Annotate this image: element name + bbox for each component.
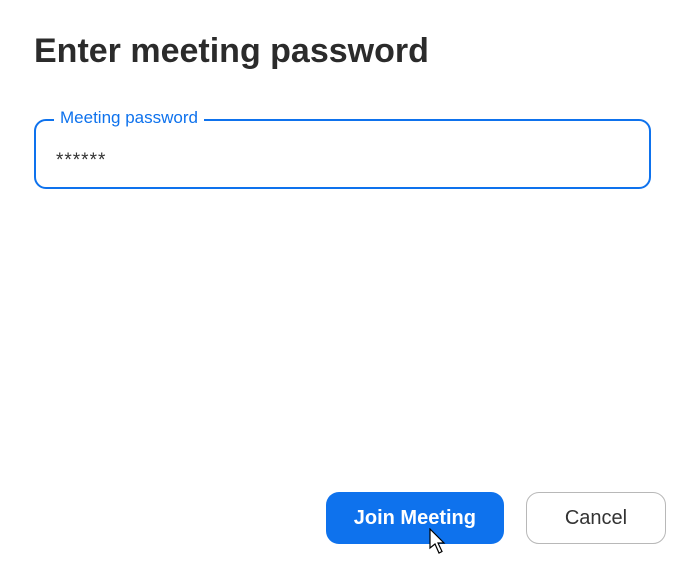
password-field-wrapper: Meeting password bbox=[34, 119, 651, 189]
dialog-title: Enter meeting password bbox=[34, 32, 666, 71]
join-meeting-button[interactable]: Join Meeting bbox=[326, 492, 504, 544]
password-field-label: Meeting password bbox=[54, 108, 204, 128]
meeting-password-input[interactable] bbox=[34, 119, 651, 189]
cancel-button[interactable]: Cancel bbox=[526, 492, 666, 544]
dialog-button-row: Join Meeting Cancel bbox=[326, 492, 666, 544]
